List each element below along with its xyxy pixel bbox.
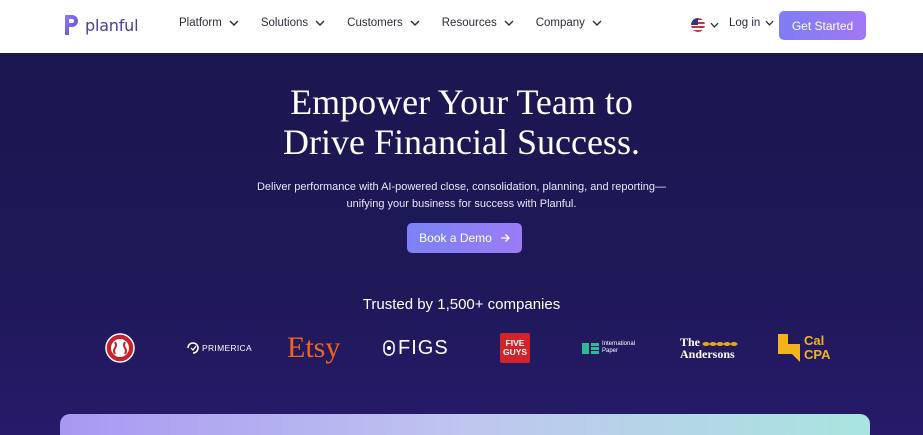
nav-resources-label: Resources: [441, 17, 497, 29]
hero-title: Empower Your Team to Drive Financial Suc…: [0, 82, 923, 162]
book-demo-label: Book a Demo: [419, 231, 492, 245]
hero-title-line-1: Empower Your Team to: [290, 82, 633, 122]
nav-customers-label: Customers: [347, 17, 403, 29]
chevron-down-icon: [504, 20, 514, 26]
international-paper-text-2: Paper: [602, 348, 619, 354]
chevron-down-icon: [710, 22, 719, 28]
book-demo-button[interactable]: Book a Demo: [407, 223, 522, 253]
international-paper-mark-icon: [582, 342, 599, 354]
top-nav-bar: planful Platform Solutions Customers Res…: [0, 0, 923, 53]
feature-card-preview: [60, 414, 870, 435]
planful-logo-icon: [65, 15, 78, 35]
international-paper-text-1: International: [602, 341, 636, 347]
figs-text: FIGS: [398, 336, 449, 359]
customer-logos: PRIMERICA Etsy FIGS FIVE GUYS Internatio…: [0, 330, 923, 366]
the-andersons-logo: The Andersons: [680, 330, 740, 366]
chevron-down-icon: [315, 20, 325, 26]
hero-subtitle: Deliver performance with AI-powered clos…: [0, 179, 923, 213]
hero-subtitle-line-1: Deliver performance with AI-powered clos…: [256, 181, 667, 193]
calcpa-text: Cal CPA: [804, 334, 830, 362]
nav-company[interactable]: Company: [536, 17, 602, 29]
chevron-down-icon: [229, 20, 239, 26]
chevron-down-icon: [765, 20, 774, 26]
language-selector[interactable]: [691, 18, 719, 32]
calcpa-logo: Cal CPA: [778, 330, 830, 366]
nav-solutions-label: Solutions: [260, 17, 309, 29]
primerica-mark-icon: [187, 342, 199, 354]
primerica-logo: PRIMERICA: [187, 330, 252, 366]
primerica-text: PRIMERICA: [202, 343, 252, 353]
hero-subtitle-line-2: unifying your business for success with …: [346, 198, 577, 210]
the-andersons-text-1: The: [680, 334, 701, 349]
nav-resources[interactable]: Resources: [442, 17, 514, 29]
international-paper-logo: International Paper: [582, 330, 635, 366]
nav-platform[interactable]: Platform: [179, 17, 239, 29]
login-label: Log in: [729, 17, 761, 29]
five-guys-badge: FIVE GUYS: [500, 333, 530, 363]
nav-platform-label: Platform: [179, 17, 222, 29]
nav-company-label: Company: [535, 17, 585, 29]
etsy-text: Etsy: [287, 331, 341, 364]
chevron-down-icon: [592, 20, 602, 26]
chevron-down-icon: [410, 20, 420, 26]
hero-title-line-2: Drive Financial Success.: [283, 122, 640, 162]
logo-text: planful: [85, 15, 139, 35]
get-started-button[interactable]: Get Started: [779, 11, 866, 40]
figs-logo: FIGS: [383, 330, 449, 366]
the-andersons-text-2: Andersons: [680, 346, 735, 361]
trusted-by-heading: Trusted by 1,500+ companies: [362, 296, 561, 313]
login-menu[interactable]: Log in: [729, 17, 774, 29]
calcpa-text-1: Cal: [804, 333, 825, 348]
main-nav: Platform Solutions Customers Resources C…: [179, 17, 624, 29]
the-andersons-text: The Andersons: [680, 334, 740, 361]
nav-solutions[interactable]: Solutions: [261, 17, 325, 29]
calcpa-text-2: CPA: [804, 347, 831, 362]
arrow-right-icon: [500, 234, 510, 242]
planful-logo[interactable]: planful: [62, 13, 139, 37]
five-guys-logo: FIVE GUYS: [500, 330, 530, 366]
red-sox-icon: [105, 333, 135, 363]
figs-mark-icon: [383, 340, 395, 356]
nav-customers[interactable]: Customers: [347, 17, 420, 29]
us-flag-icon: [691, 18, 705, 32]
red-sox-logo: [105, 330, 135, 366]
etsy-logo: Etsy: [287, 330, 340, 366]
calcpa-mark-icon: [778, 334, 800, 362]
international-paper-text: International Paper: [602, 341, 635, 355]
five-guys-text-2: GUYS: [502, 347, 528, 357]
